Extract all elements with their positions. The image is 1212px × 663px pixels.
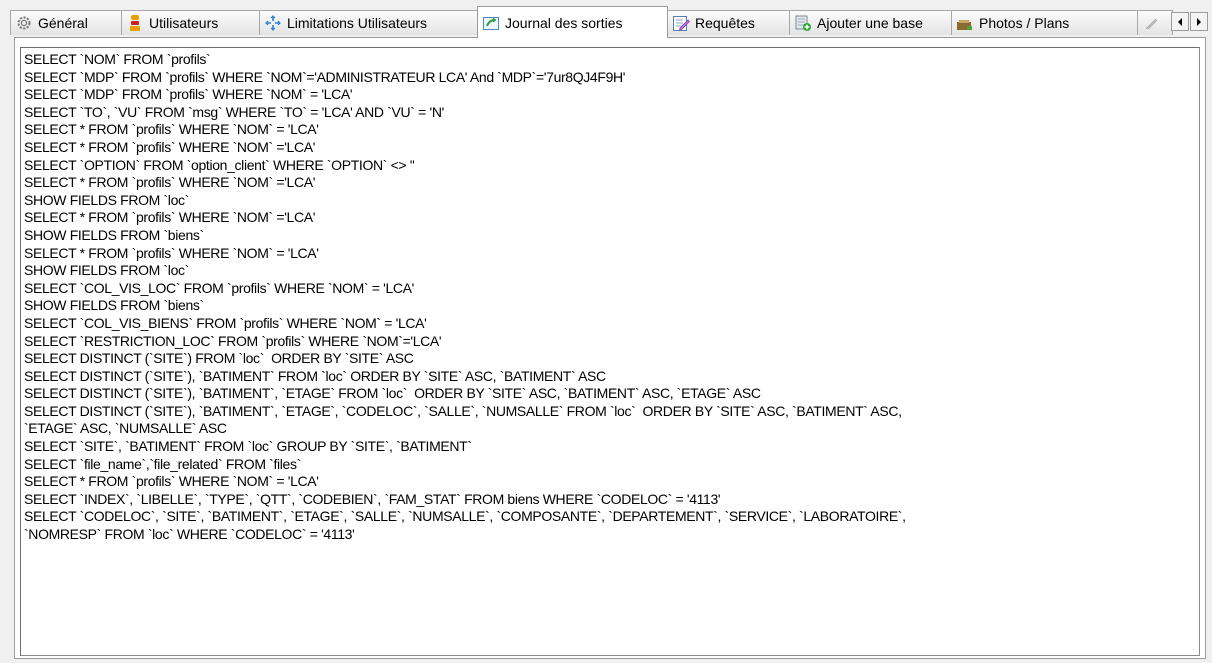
log-line: SHOW FIELDS FROM `biens`: [24, 297, 204, 314]
tab-label: Limitations Utilisateurs: [287, 15, 428, 31]
log-line: SELECT `RESTRICTION_LOC` FROM `profils` …: [24, 332, 442, 349]
log-line: SELECT `CODELOC`, `SITE`, `BATIMENT`, `E…: [24, 508, 906, 525]
tab-scroll-left-button[interactable]: [1171, 12, 1189, 31]
tab-label: Photos / Plans: [979, 15, 1070, 31]
log-line: SELECT `COL_VIS_BIENS` FROM `profils` WH…: [24, 314, 427, 331]
limit-arrows-icon: [264, 14, 282, 32]
gear-icon: [15, 14, 33, 32]
log-line: SELECT `file_name`,`file_related` FROM `…: [24, 455, 301, 472]
log-line: SELECT DISTINCT (`SITE`), `BATIMENT` FRO…: [24, 367, 606, 384]
log-line: SELECT * FROM `profils` WHERE `NOM` ='LC…: [24, 174, 316, 191]
log-line: SELECT `NOM` FROM `profils`: [24, 51, 211, 67]
tab-label: Ajouter une base: [817, 15, 923, 31]
photo-icon: [956, 14, 974, 32]
tab-photos-plans[interactable]: Photos / Plans: [951, 10, 1138, 35]
log-line: SHOW FIELDS FROM `biens`: [24, 226, 204, 243]
log-line: SELECT * FROM `profils` WHERE `NOM` ='LC…: [24, 138, 316, 155]
tab-general[interactable]: Général: [10, 10, 122, 35]
log-line: SELECT DISTINCT (`SITE`), `BATIMENT`, `E…: [24, 385, 761, 402]
partial-tab-icon: [1142, 14, 1160, 32]
log-line: `NOMRESP` FROM `loc` WHERE `CODELOC` = '…: [24, 526, 355, 543]
log-line: SELECT `OPTION` FROM `option_client` WHE…: [24, 156, 415, 173]
log-line: SELECT `MDP` FROM `profils` WHERE `NOM`=…: [24, 68, 626, 85]
tab-utilisateurs[interactable]: Utilisateurs: [121, 10, 260, 35]
log-line: SELECT `MDP` FROM `profils` WHERE `NOM` …: [24, 86, 353, 103]
log-line: SELECT DISTINCT (`SITE`) FROM `loc` ORDE…: [24, 350, 414, 367]
log-line: SELECT * FROM `profils` WHERE `NOM` ='LC…: [24, 209, 316, 226]
tab-journal-des-sorties[interactable]: Journal des sorties: [477, 6, 668, 38]
log-line: SELECT `SITE`, `BATIMENT` FROM `loc` GRO…: [24, 438, 472, 455]
tab-requetes[interactable]: Requêtes: [667, 10, 790, 35]
log-line: SHOW FIELDS FROM `loc`: [24, 262, 189, 279]
log-line: SELECT `TO`, `VU` FROM `msg` WHERE `TO` …: [24, 103, 444, 120]
log-line: SELECT `COL_VIS_LOC` FROM `profils` WHER…: [24, 279, 414, 296]
arrow-right-icon: [1197, 17, 1201, 26]
tab-overflow[interactable]: [1137, 10, 1173, 35]
log-line: SHOW FIELDS FROM `loc`: [24, 191, 189, 208]
log-line: SELECT * FROM `profils` WHERE `NOM` = 'L…: [24, 244, 319, 261]
tab-scroll-buttons: [1171, 12, 1208, 32]
tab-label: Journal des sorties: [505, 14, 623, 31]
log-line: SELECT `INDEX`, `LIBELLE`, `TYPE`, `QTT`…: [24, 490, 721, 507]
tab-limitations-utilisateurs[interactable]: Limitations Utilisateurs: [259, 10, 478, 35]
edit-pencil-icon: [672, 14, 690, 32]
log-line: SELECT DISTINCT (`SITE`), `BATIMENT`, `E…: [24, 402, 902, 419]
tab-ajouter-une-base[interactable]: Ajouter une base: [789, 10, 952, 35]
tab-label: Utilisateurs: [149, 15, 219, 31]
add-database-icon: [794, 14, 812, 32]
export-arrow-icon: [482, 14, 500, 32]
log-line: SELECT * FROM `profils` WHERE `NOM` = 'L…: [24, 121, 319, 138]
log-textbox[interactable]: SELECT `NOM` FROM `profils` SELECT `MDP`…: [20, 47, 1200, 656]
tab-label: Requêtes: [695, 15, 755, 31]
tab-panel: SELECT `NOM` FROM `profils` SELECT `MDP`…: [14, 37, 1206, 659]
log-line: SELECT * FROM `profils` WHERE `NOM` = 'L…: [24, 473, 319, 490]
arrow-left-icon: [1178, 17, 1182, 26]
tab-scroll-right-button[interactable]: [1190, 12, 1208, 31]
user-icon: [126, 14, 144, 32]
tab-label: Général: [38, 15, 88, 31]
log-line: `ETAGE` ASC, `NUMSALLE` ASC: [24, 420, 227, 437]
